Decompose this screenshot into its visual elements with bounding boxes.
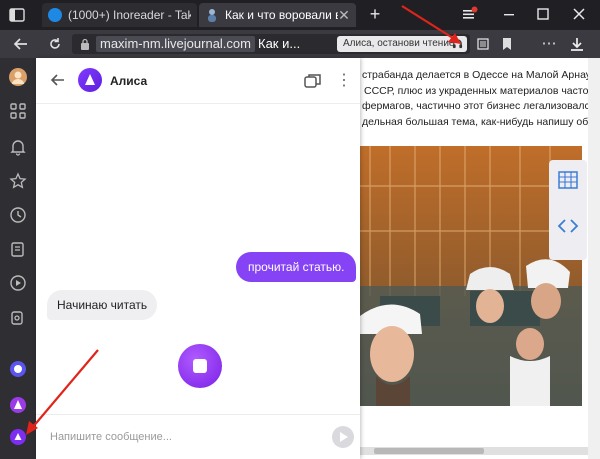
chats-icon[interactable] [304,72,322,90]
star-icon[interactable] [9,172,27,190]
sidebar-toggle-icon[interactable] [8,6,26,24]
send-icon [340,432,348,442]
alice-name: Алиса [110,74,148,88]
close-icon[interactable] [570,5,588,23]
clock-icon[interactable] [9,206,27,224]
maximize-icon[interactable] [534,5,552,23]
browser-window: (1000+) Inoreader - Take back Как и что … [0,0,600,459]
inoreader-icon [48,8,62,22]
bot-message: Начинаю читать [47,290,158,320]
download-icon[interactable] [568,35,586,53]
tab-label: (1000+) Inoreader - Take back [68,8,191,22]
alice-logo-icon [78,68,102,92]
apps-grid-icon[interactable] [9,102,27,120]
play-icon[interactable] [9,274,27,292]
url-domain[interactable]: maxim-nm.livejournal.com [96,36,255,52]
stop-icon [193,359,207,373]
bell-icon[interactable] [9,138,27,156]
table-icon[interactable] [554,166,582,194]
address-row: maxim-nm.livejournal.com Как и... Алиса,… [0,30,600,58]
annotation-arrow-bottom [26,349,99,435]
right-tool-panel [549,160,587,260]
bookmark-icon[interactable] [498,35,516,53]
article-line: СССР, плюс из украденных материалов част… [364,84,589,97]
livejournal-icon [208,9,216,22]
annotation-arrow-top [401,5,461,44]
avatar[interactable] [9,68,27,86]
article-text: страбанда делается в Одессе на Малой Арн… [362,68,598,130]
scroll-thumb[interactable] [374,448,484,454]
minimize-icon[interactable] [500,5,518,23]
tab-label: Как и что воровали в СССР [225,8,338,22]
page-title-in-address: Как и... [258,36,301,51]
more-options-icon[interactable]: ⋮ [336,71,352,91]
lock-icon [81,38,89,50]
vertical-scrollbar[interactable] [588,58,600,459]
tab-article[interactable]: Как и что воровали в СССР ✕ [199,3,356,27]
reader-icon[interactable] [474,35,492,53]
horizontal-scrollbar[interactable] [360,447,588,455]
new-tab-button[interactable]: + [366,5,384,23]
back-icon[interactable] [12,35,30,53]
tab-inoreader[interactable]: (1000+) Inoreader - Take back [42,3,197,27]
notes-icon[interactable] [9,240,27,258]
code-icon[interactable] [554,212,582,240]
article-line: страбанда делается в Одессе на Малой Арн… [362,69,598,81]
close-tab-icon[interactable]: ✕ [338,7,350,24]
more-icon[interactable]: ⋯ [540,35,558,53]
back-arrow-icon[interactable] [50,72,66,88]
reload-icon[interactable] [46,35,64,53]
send-button[interactable] [332,426,354,448]
copy-icon[interactable] [9,308,27,326]
stop-reading-button[interactable] [178,344,222,388]
user-message: прочитай статью. [236,252,357,282]
alice-header: Алиса ⋮ [36,58,360,104]
article-line: фермагов, частично этот бизнес легализов… [362,100,596,112]
article-line: дельная большая тема, как-нибудь напишу … [362,115,598,128]
tab-bar: (1000+) Inoreader - Take back Как и что … [0,0,600,30]
